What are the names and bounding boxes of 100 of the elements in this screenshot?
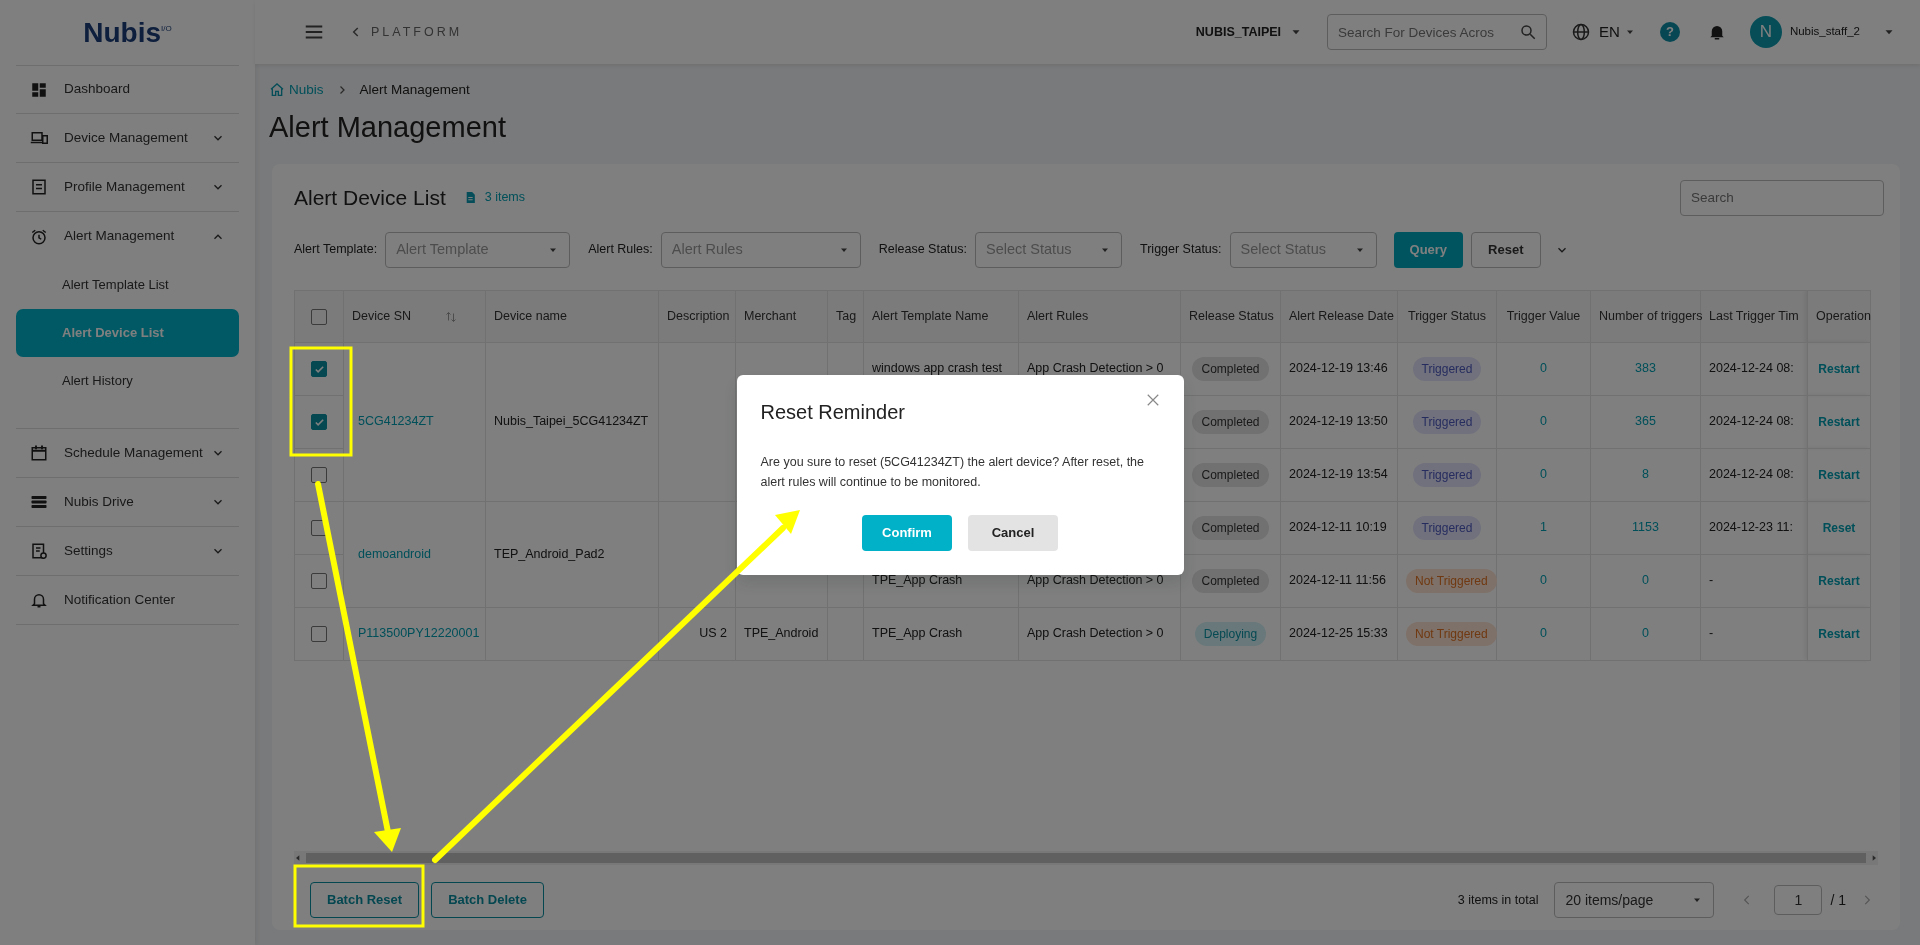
operation-link[interactable]: Restart [1818,361,1860,376]
table-cell: US 2 [699,626,727,641]
organization-dropdown[interactable]: NUBIS_TAIPEI [1195,22,1282,42]
checkbox[interactable] [311,361,327,378]
table-cell: TPE_App Crash [872,573,963,588]
column-header: Device name [494,308,567,323]
status-badge: Completed [1192,515,1269,540]
cancel-button[interactable]: Cancel [968,515,1058,551]
sidebar-subitem[interactable]: Alert Device List [16,309,239,357]
batch-reset-button[interactable]: Batch Reset [310,882,420,918]
bell-icon [30,591,48,609]
card-title: Alert Device List [294,185,446,211]
dashboard-icon [30,80,48,99]
count-link[interactable]: 0 [1642,626,1649,641]
table-cell: Nubis_Taipei_5CG41234ZT [494,414,649,429]
status-badge: Triggered [1412,356,1482,381]
checkbox[interactable] [311,467,327,484]
sidebar-item[interactable]: Nubis Drive [16,478,239,527]
checkbox[interactable] [311,520,327,537]
filter-label: Release Status: [878,241,967,259]
status-badge: Completed [1192,462,1269,487]
count-link[interactable]: 8 [1642,467,1649,482]
checkbox[interactable] [311,414,327,431]
table-cell: 2024-12-24 08: [1709,414,1794,429]
checkbox[interactable] [311,626,327,643]
alarm-clock-icon [30,227,48,246]
sidebar-item[interactable]: Schedule Management [16,429,239,478]
column-header: Number of triggers [1599,308,1703,323]
operation-link[interactable]: Restart [1818,573,1860,588]
column-header: Tag [836,308,857,323]
help-button[interactable]: ? [1659,22,1680,42]
column-header: Description [667,308,730,323]
calendar-icon [30,444,48,462]
scrollbar-thumb[interactable] [306,853,1866,863]
table-cell: App Crash Detection > 0 [1027,626,1164,641]
dialog-title: Reset Reminder [760,400,905,425]
check-icon [313,416,325,428]
scroll-left-icon [294,854,302,862]
search-icon[interactable] [1519,23,1538,41]
sidebar-item[interactable]: Alert Management [16,212,239,261]
checkbox[interactable] [311,308,327,325]
dialog-message: Are you sure to reset (5CG41234ZT) the alert device? After reset, the alert rules will continue to be monitored. [760,454,1146,491]
page-total: / 1 [1830,890,1846,910]
count-link[interactable]: 0 [1540,626,1547,641]
page-input[interactable]: 1 [1774,885,1823,915]
device-sn-link[interactable]: demoandroid [358,546,431,561]
language-selector[interactable]: EN [1599,20,1620,44]
column-header: Trigger Value [1506,308,1581,323]
table-cell: 2024-12-25 15:33 [1289,626,1388,641]
scroll-right-icon [1870,854,1878,862]
sidebar-item[interactable]: Notification Center [16,576,239,625]
count-link[interactable]: 383 [1635,361,1656,376]
operation-link[interactable]: Restart [1818,414,1860,429]
avatar[interactable]: N [1749,16,1782,48]
operation-link[interactable]: Restart [1818,626,1860,641]
sidebar-item[interactable]: Profile Management [16,163,239,212]
table-cell: TPE_Android [744,626,819,641]
sidebar-item[interactable]: Device Management [16,114,239,163]
count-link[interactable]: 0 [1540,573,1547,588]
filter-label: Alert Rules: [588,241,653,259]
total-count: 3 items in total [1457,891,1539,909]
count-link[interactable]: 1153 [1632,520,1659,535]
column-header: Merchant [744,308,797,323]
count-link[interactable]: 1 [1540,520,1547,535]
table-cell: 2024-12-23 11: [1709,520,1793,535]
logo-mark: I/O [161,24,172,33]
count-link[interactable]: 0 [1642,573,1649,588]
globe-icon [1571,22,1592,42]
item-count: 3 items [484,189,525,207]
document-icon [30,178,48,196]
count-link[interactable]: 365 [1635,414,1656,429]
reset-button[interactable]: Reset [1471,231,1541,268]
user-menu[interactable]: Nubis_staff_2 [1789,23,1860,41]
table-cell: App Crash Detection > 0 [1027,573,1164,588]
sidebar-subitem[interactable]: Alert Template List [16,261,239,309]
device-sn-link[interactable]: 5CG41234ZT [358,414,434,429]
query-button[interactable]: Query [1393,231,1464,268]
sidebar-item[interactable]: Settings [16,527,239,576]
operation-link[interactable]: Restart [1818,467,1860,482]
back-link[interactable]: PLATFORM [371,22,463,42]
sidebar-subitem[interactable]: Alert History [16,357,239,405]
breadcrumb-link[interactable]: Nubis [289,80,324,101]
close-icon[interactable] [1145,393,1160,407]
column-header: Operation [1816,308,1871,323]
batch-delete-button[interactable]: Batch Delete [431,882,544,918]
count-link[interactable]: 0 [1540,414,1547,429]
page-size-select[interactable]: 20 items/page [1554,882,1715,918]
search-field[interactable]: Search For Devices Acros [1327,14,1548,50]
count-link[interactable]: 0 [1540,361,1547,376]
search-field[interactable]: Search [1680,179,1884,216]
confirm-button[interactable]: Confirm [862,515,952,551]
column-header: Last Trigger Tim [1709,308,1799,323]
count-link[interactable]: 0 [1540,467,1547,482]
column-header: Device SN [352,308,412,323]
page-title: Alert Management [268,110,507,146]
sidebar-item[interactable]: Dashboard [16,65,239,114]
status-badge: Completed [1192,356,1269,381]
checkbox[interactable] [311,573,327,590]
table-cell: - [1709,573,1714,588]
operation-link[interactable]: Reset [1822,520,1856,535]
